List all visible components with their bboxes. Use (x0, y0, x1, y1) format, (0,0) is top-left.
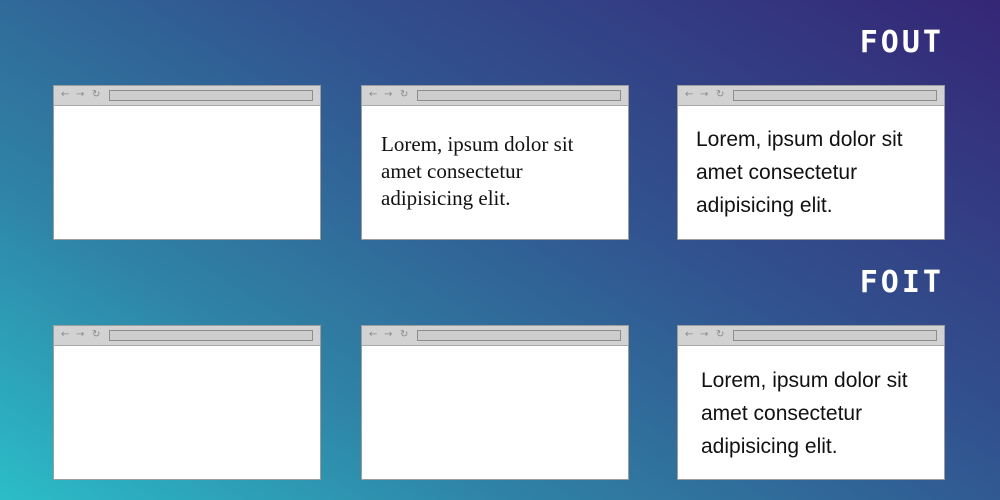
forward-arrow-icon[interactable]: → (76, 88, 84, 102)
reload-icon[interactable]: ↻ (92, 88, 100, 102)
back-arrow-icon[interactable]: ← (685, 88, 693, 102)
web-font-text: Lorem, ipsum dolor sit amet consectetur … (696, 128, 903, 217)
reload-icon[interactable]: ↻ (400, 328, 408, 342)
page-content-empty (362, 346, 628, 479)
fout-heading: FOUT (859, 25, 944, 60)
address-bar[interactable] (733, 330, 937, 341)
forward-arrow-icon[interactable]: → (700, 328, 708, 342)
address-bar[interactable] (417, 90, 621, 101)
page-content-empty (54, 106, 320, 239)
foit-browser-window-3: ← → ↻ Lorem, ipsum dolor sit amet consec… (677, 325, 945, 480)
foit-browser-window-1: ← → ↻ (53, 325, 321, 480)
foit-browser-window-2: ← → ↻ (361, 325, 629, 480)
browser-toolbar: ← → ↻ (54, 86, 320, 106)
back-arrow-icon[interactable]: ← (61, 88, 69, 102)
page-content-empty (54, 346, 320, 479)
browser-toolbar: ← → ↻ (54, 326, 320, 346)
fout-browser-window-2: ← → ↻ Lorem, ipsum dolor sit amet consec… (361, 85, 629, 240)
address-bar[interactable] (109, 330, 313, 341)
address-bar[interactable] (109, 90, 313, 101)
fout-browser-window-3: ← → ↻ Lorem, ipsum dolor sit amet consec… (677, 85, 945, 240)
back-arrow-icon[interactable]: ← (61, 328, 69, 342)
foit-heading: FOIT (859, 265, 944, 300)
forward-arrow-icon[interactable]: → (384, 88, 392, 102)
reload-icon[interactable]: ↻ (400, 88, 408, 102)
back-arrow-icon[interactable]: ← (685, 328, 693, 342)
page-content: Lorem, ipsum dolor sit amet consectetur … (678, 346, 944, 479)
forward-arrow-icon[interactable]: → (76, 328, 84, 342)
browser-toolbar: ← → ↻ (362, 326, 628, 346)
page-content: Lorem, ipsum dolor sit amet consectetur … (678, 106, 944, 239)
address-bar[interactable] (417, 330, 621, 341)
fallback-font-text: Lorem, ipsum dolor sit amet consectetur … (381, 132, 574, 210)
browser-toolbar: ← → ↻ (362, 86, 628, 106)
browser-toolbar: ← → ↻ (678, 86, 944, 106)
forward-arrow-icon[interactable]: → (700, 88, 708, 102)
web-font-text: Lorem, ipsum dolor sit amet consectetur … (701, 369, 908, 458)
back-arrow-icon[interactable]: ← (369, 88, 377, 102)
reload-icon[interactable]: ↻ (92, 328, 100, 342)
fout-browser-window-1: ← → ↻ (53, 85, 321, 240)
forward-arrow-icon[interactable]: → (384, 328, 392, 342)
page-content: Lorem, ipsum dolor sit amet consectetur … (362, 106, 628, 239)
reload-icon[interactable]: ↻ (716, 88, 724, 102)
address-bar[interactable] (733, 90, 937, 101)
back-arrow-icon[interactable]: ← (369, 328, 377, 342)
browser-toolbar: ← → ↻ (678, 326, 944, 346)
reload-icon[interactable]: ↻ (716, 328, 724, 342)
